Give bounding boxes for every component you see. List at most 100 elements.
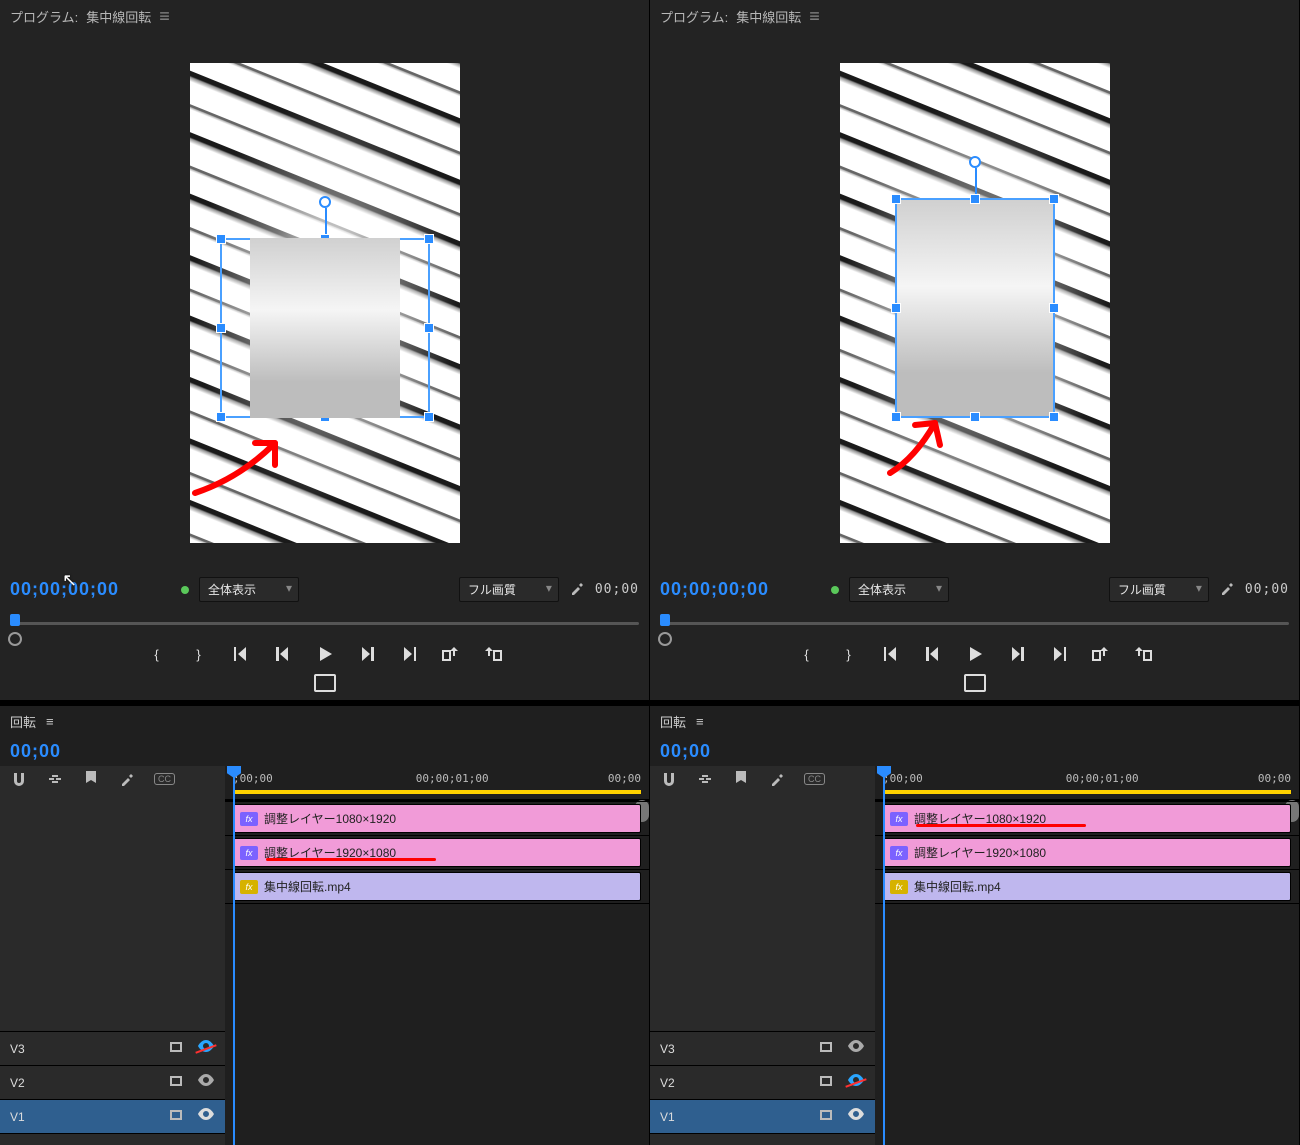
program-view[interactable] — [190, 63, 460, 543]
time-ruler[interactable]: ;00;00 00;00;01;00 00;00 — [225, 766, 649, 800]
playhead[interactable] — [883, 766, 885, 1145]
time-scrubber[interactable] — [660, 612, 1289, 634]
track-visibility-hidden[interactable] — [847, 1074, 865, 1092]
snap-button[interactable] — [660, 770, 678, 788]
play-button[interactable] — [315, 644, 335, 664]
track-toggle-output[interactable] — [169, 1108, 187, 1126]
playhead-scrub[interactable] — [660, 614, 670, 626]
track-toggle-output[interactable] — [169, 1074, 187, 1092]
handle-bc[interactable] — [970, 412, 980, 422]
settings-icon[interactable] — [1219, 580, 1235, 599]
handle-lc[interactable] — [891, 303, 901, 313]
step-forward-button[interactable] — [357, 644, 377, 664]
zoom-select[interactable]: 全体表示 — [199, 577, 299, 602]
go-to-out-button[interactable] — [399, 644, 419, 664]
settings-icon[interactable] — [569, 580, 585, 599]
playhead[interactable] — [233, 766, 235, 1145]
time-ruler[interactable]: ;00;00 00;00;01;00 00;00 — [875, 766, 1299, 800]
clip-adjustment-1080x1920[interactable]: fx 調整レイヤー1080×1920 — [233, 804, 641, 833]
track-label[interactable]: V3 — [10, 1042, 159, 1056]
clip-adjustment-1920x1080[interactable]: fx 調整レイヤー1920×1080 — [883, 838, 1291, 867]
handle-rc[interactable] — [1049, 303, 1059, 313]
step-back-button[interactable] — [923, 644, 943, 664]
mark-in-button[interactable]: { — [147, 644, 167, 664]
captions-button[interactable]: CC — [804, 773, 825, 785]
handle-lc[interactable] — [216, 323, 226, 333]
go-to-out-button[interactable] — [1049, 644, 1069, 664]
clip-adjustment-1080x1920[interactable]: fx 調整レイヤー1080×1920 — [883, 804, 1291, 833]
extract-button[interactable] — [1133, 644, 1153, 664]
playhead-scrub[interactable] — [10, 614, 20, 626]
eye-icon[interactable] — [847, 1108, 865, 1126]
work-area-bar[interactable] — [883, 790, 1291, 794]
play-button[interactable] — [965, 644, 985, 664]
panel-menu-icon[interactable]: ≡ — [159, 6, 170, 27]
safe-margins-button[interactable] — [964, 674, 986, 692]
go-to-in-button[interactable] — [231, 644, 251, 664]
zoom-start-handle[interactable] — [658, 632, 672, 646]
rotation-handle[interactable] — [969, 156, 981, 168]
eye-icon[interactable] — [847, 1040, 865, 1058]
mark-out-button[interactable]: } — [839, 644, 859, 664]
track-label[interactable]: V2 — [660, 1076, 809, 1090]
lift-button[interactable] — [441, 644, 461, 664]
clip-bg-video[interactable]: fx 集中線回転.mp4 — [233, 872, 641, 901]
current-timecode[interactable]: 00;00;00;00 — [660, 579, 769, 600]
handle-br[interactable] — [424, 412, 434, 422]
selection-box[interactable] — [895, 198, 1055, 418]
track-toggle-output[interactable] — [169, 1040, 187, 1058]
handle-bl[interactable] — [891, 412, 901, 422]
zoom-start-handle[interactable] — [8, 632, 22, 646]
marker-button[interactable] — [82, 770, 100, 788]
settings-wrench-icon[interactable] — [768, 770, 786, 788]
mark-out-button[interactable]: } — [189, 644, 209, 664]
handle-tr[interactable] — [1049, 194, 1059, 204]
go-to-in-button[interactable] — [881, 644, 901, 664]
timeline-current-timecode[interactable]: 00;00 — [650, 737, 1299, 766]
captions-button[interactable]: CC — [154, 773, 175, 785]
zoom-select[interactable]: 全体表示 — [849, 577, 949, 602]
marker-button[interactable] — [732, 770, 750, 788]
track-label[interactable]: V1 — [10, 1110, 159, 1124]
handle-bl[interactable] — [216, 412, 226, 422]
timeline-current-timecode[interactable]: 00;00 — [0, 737, 649, 766]
step-back-button[interactable] — [273, 644, 293, 664]
handle-tl[interactable] — [891, 194, 901, 204]
track-label[interactable]: V3 — [660, 1042, 809, 1056]
linked-selection-button[interactable] — [46, 770, 64, 788]
track-label[interactable]: V2 — [10, 1076, 159, 1090]
track-toggle-output[interactable] — [819, 1040, 837, 1058]
eye-icon[interactable] — [197, 1108, 215, 1126]
step-forward-button[interactable] — [1007, 644, 1027, 664]
rotation-line — [975, 168, 977, 194]
panel-menu-icon[interactable]: ≡ — [696, 714, 704, 729]
snap-button[interactable] — [10, 770, 28, 788]
panel-menu-icon[interactable]: ≡ — [46, 714, 54, 729]
lift-button[interactable] — [1091, 644, 1111, 664]
eye-icon[interactable] — [197, 1074, 215, 1092]
mark-in-button[interactable]: { — [797, 644, 817, 664]
handle-tr[interactable] — [424, 234, 434, 244]
program-view[interactable] — [840, 63, 1110, 543]
settings-wrench-icon[interactable] — [118, 770, 136, 788]
clip-bg-video[interactable]: fx 集中線回転.mp4 — [883, 872, 1291, 901]
linked-selection-button[interactable] — [696, 770, 714, 788]
track-label[interactable]: V1 — [660, 1110, 809, 1124]
handle-tl[interactable] — [216, 234, 226, 244]
current-timecode[interactable]: 00;00;00;00 — [10, 579, 119, 600]
handle-br[interactable] — [1049, 412, 1059, 422]
handle-tc[interactable] — [970, 194, 980, 204]
time-scrubber[interactable] — [10, 612, 639, 634]
track-visibility-hidden[interactable] — [197, 1040, 215, 1058]
extract-button[interactable] — [483, 644, 503, 664]
quality-select[interactable]: フル画質 — [1109, 577, 1209, 602]
handle-rc[interactable] — [424, 323, 434, 333]
track-toggle-output[interactable] — [819, 1074, 837, 1092]
panel-menu-icon[interactable]: ≡ — [809, 6, 820, 27]
clip-adjustment-1920x1080[interactable]: fx 調整レイヤー1920×1080 — [233, 838, 641, 867]
work-area-bar[interactable] — [233, 790, 641, 794]
track-toggle-output[interactable] — [819, 1108, 837, 1126]
quality-select[interactable]: フル画質 — [459, 577, 559, 602]
safe-margins-button[interactable] — [314, 674, 336, 692]
rotation-handle[interactable] — [319, 196, 331, 208]
